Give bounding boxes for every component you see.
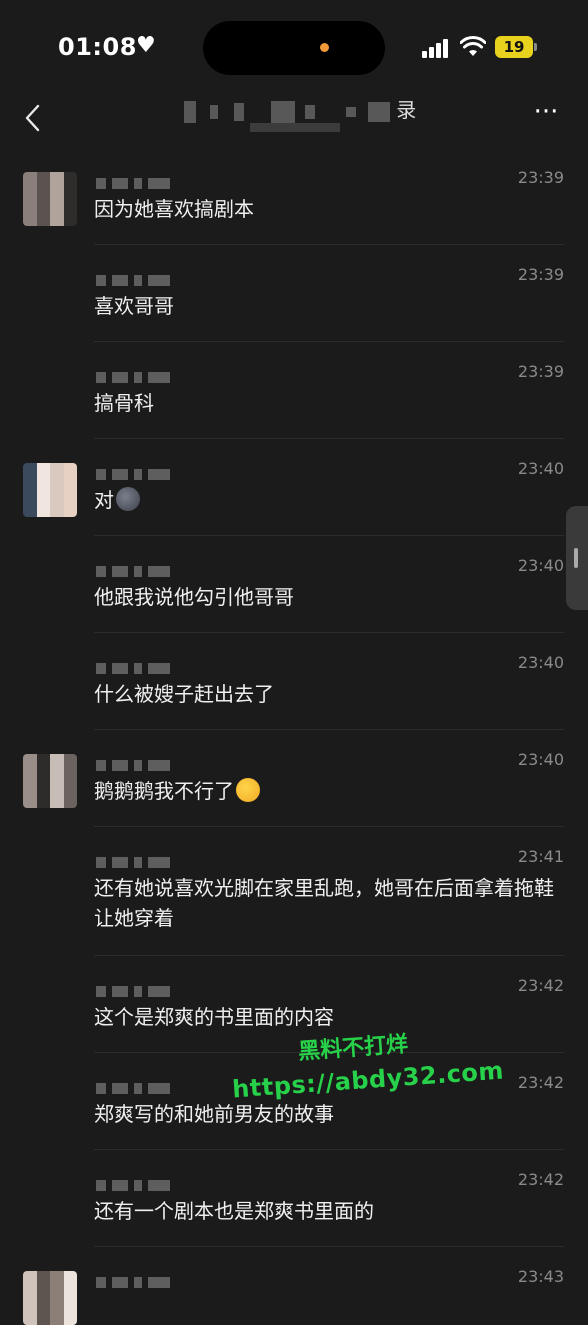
message-time: 23:40 [517, 556, 564, 575]
sender-name-redacted [96, 1273, 176, 1288]
sender-name-redacted [96, 465, 176, 480]
message-text-content: 因为她喜欢搞剧本 [94, 197, 254, 221]
scroll-handle[interactable] [566, 506, 588, 610]
more-options-button[interactable]: ··· [526, 99, 566, 130]
sender-name-redacted [96, 368, 176, 383]
dynamic-island [203, 21, 385, 75]
message-time: 23:42 [517, 976, 564, 995]
avatar[interactable] [23, 463, 77, 517]
message-time: 23:40 [517, 750, 564, 769]
sender-name-redacted [96, 174, 176, 189]
message-text-content: 鹅鹅鹅我不行了 [94, 779, 234, 803]
message-row[interactable]: 23:39 因为她喜欢搞剧本 [0, 150, 588, 247]
message-text-content: 还有她说喜欢光脚在家里乱跑，她哥在后面拿着拖鞋让她穿着 [94, 876, 554, 930]
sender-name-redacted [96, 562, 176, 577]
message-row[interactable]: 23:41 还有她说喜欢光脚在家里乱跑，她哥在后面拿着拖鞋让她穿着 [0, 826, 588, 958]
message-text: 对 [94, 485, 564, 515]
message-time: 23:40 [517, 653, 564, 672]
laughing-face-icon [236, 778, 260, 802]
message-list: 23:39 因为她喜欢搞剧本 23:39 喜欢哥哥 23:39 搞骨科 23:40 对 23:4… [0, 150, 588, 1325]
message-text-content: 郑爽写的和她前男友的故事 [94, 1102, 334, 1126]
message-divider [94, 438, 564, 439]
message-divider [94, 826, 564, 827]
message-text: 喜欢哥哥 [94, 291, 564, 321]
message-row[interactable]: 23:42 还有一个剧本也是郑爽书里面的 [0, 1149, 588, 1249]
message-time: 23:41 [517, 847, 564, 866]
message-divider [94, 1052, 564, 1053]
message-text: 还有一个剧本也是郑爽书里面的 [94, 1196, 564, 1226]
message-time: 23:39 [517, 265, 564, 284]
chevron-left-icon[interactable] [18, 98, 48, 138]
message-text: 他跟我说他勾引他哥哥 [94, 582, 564, 612]
message-divider [94, 1246, 564, 1247]
sender-name-redacted [96, 756, 176, 771]
message-time: 23:42 [517, 1170, 564, 1189]
message-row[interactable]: 23:40 对 [0, 438, 588, 538]
chat-header: 录 ··· [0, 90, 588, 146]
status-time: 01:08 [58, 33, 137, 61]
message-row[interactable]: 23:39 喜欢哥哥 [0, 244, 588, 344]
message-divider [94, 535, 564, 536]
avatar[interactable] [23, 1271, 77, 1325]
message-text-content: 什么被嫂子赶出去了 [94, 682, 274, 706]
message-row[interactable]: 23:40 他跟我说他勾引他哥哥 [0, 535, 588, 635]
avatar[interactable] [23, 172, 77, 226]
chat-title: 录 [140, 94, 460, 123]
wifi-icon [460, 36, 486, 56]
message-text-content: 他跟我说他勾引他哥哥 [94, 585, 294, 609]
message-divider [94, 955, 564, 956]
message-text: 还有她说喜欢光脚在家里乱跑，她哥在后面拿着拖鞋让她穿着 [94, 873, 564, 933]
message-text-content: 对 [94, 488, 114, 512]
message-divider [94, 1149, 564, 1150]
battery-cap [534, 43, 537, 51]
heart-icon: ♥ [136, 33, 156, 58]
message-time: 23:40 [517, 459, 564, 478]
message-time: 23:39 [517, 362, 564, 381]
message-row[interactable]: 23:40 鹅鹅鹅我不行了 [0, 729, 588, 829]
message-row[interactable]: 23:42 这个是郑爽的书里面的内容 [0, 955, 588, 1055]
sender-name-redacted [96, 659, 176, 674]
avatar[interactable] [23, 754, 77, 808]
message-text: 搞骨科 [94, 388, 564, 418]
message-text: 鹅鹅鹅我不行了 [94, 776, 564, 806]
message-text: 郑爽写的和她前男友的故事 [94, 1099, 564, 1129]
message-text-content: 还有一个剧本也是郑爽书里面的 [94, 1199, 374, 1223]
message-text: 什么被嫂子赶出去了 [94, 679, 564, 709]
message-divider [94, 632, 564, 633]
message-text-content: 这个是郑爽的书里面的内容 [94, 1005, 334, 1029]
sender-name-redacted [96, 1176, 176, 1191]
sender-name-redacted [96, 982, 176, 997]
message-row[interactable]: 23:39 搞骨科 [0, 341, 588, 441]
message-text-content: 喜欢哥哥 [94, 294, 174, 318]
message-time: 23:43 [517, 1267, 564, 1286]
message-text: 因为她喜欢搞剧本 [94, 194, 564, 224]
sender-name-redacted [96, 1079, 176, 1094]
message-text-content: 搞骨科 [94, 391, 154, 415]
message-row[interactable]: 23:42 郑爽写的和她前男友的故事 [0, 1052, 588, 1152]
chat-title-visible: 录 [396, 98, 417, 122]
battery-level: 19 [495, 36, 533, 58]
message-divider [94, 341, 564, 342]
message-divider [94, 729, 564, 730]
privacy-indicator-dot [320, 43, 329, 52]
message-row[interactable]: 23:40 什么被嫂子赶出去了 [0, 632, 588, 732]
message-text: 这个是郑爽的书里面的内容 [94, 1002, 564, 1032]
message-time: 23:42 [517, 1073, 564, 1092]
chat-subtitle-redacted [200, 120, 390, 136]
message-row[interactable]: 23:43 [0, 1246, 588, 1325]
message-time: 23:39 [517, 168, 564, 187]
sender-name-redacted [96, 853, 176, 868]
sender-name-redacted [96, 271, 176, 286]
message-divider [94, 244, 564, 245]
new-moon-face-icon [116, 487, 140, 511]
cellular-signal-icon [422, 38, 450, 58]
status-bar: 01:08 ♥ 19 [0, 0, 588, 90]
